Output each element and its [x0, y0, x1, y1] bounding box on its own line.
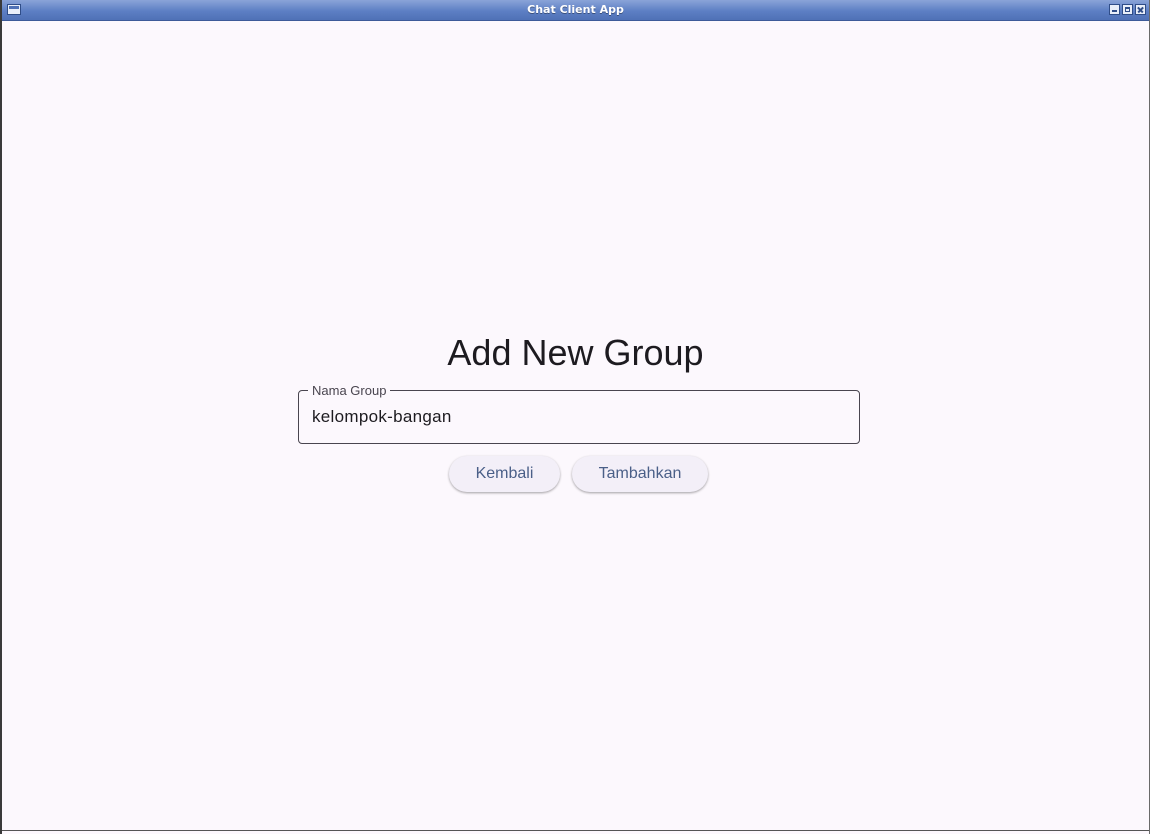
minimize-icon[interactable]: [1109, 4, 1120, 15]
group-name-input[interactable]: [312, 407, 832, 427]
group-name-field[interactable]: Nama Group: [298, 383, 860, 444]
add-group-button[interactable]: Tambahkan: [572, 456, 708, 492]
back-button[interactable]: Kembali: [449, 456, 560, 492]
window-menu-icon[interactable]: [7, 4, 21, 15]
window-controls: [1109, 4, 1146, 15]
app-window: Chat Client App Add New Group Nama Group…: [0, 0, 1150, 834]
window-bottom-edge: [2, 830, 1149, 834]
maximize-icon[interactable]: [1122, 4, 1133, 15]
page-title: Add New Group: [447, 332, 704, 373]
close-icon[interactable]: [1135, 4, 1146, 15]
window-title: Chat Client App: [527, 3, 624, 16]
group-name-label: Nama Group: [308, 383, 391, 398]
title-bar[interactable]: Chat Client App: [2, 0, 1149, 21]
